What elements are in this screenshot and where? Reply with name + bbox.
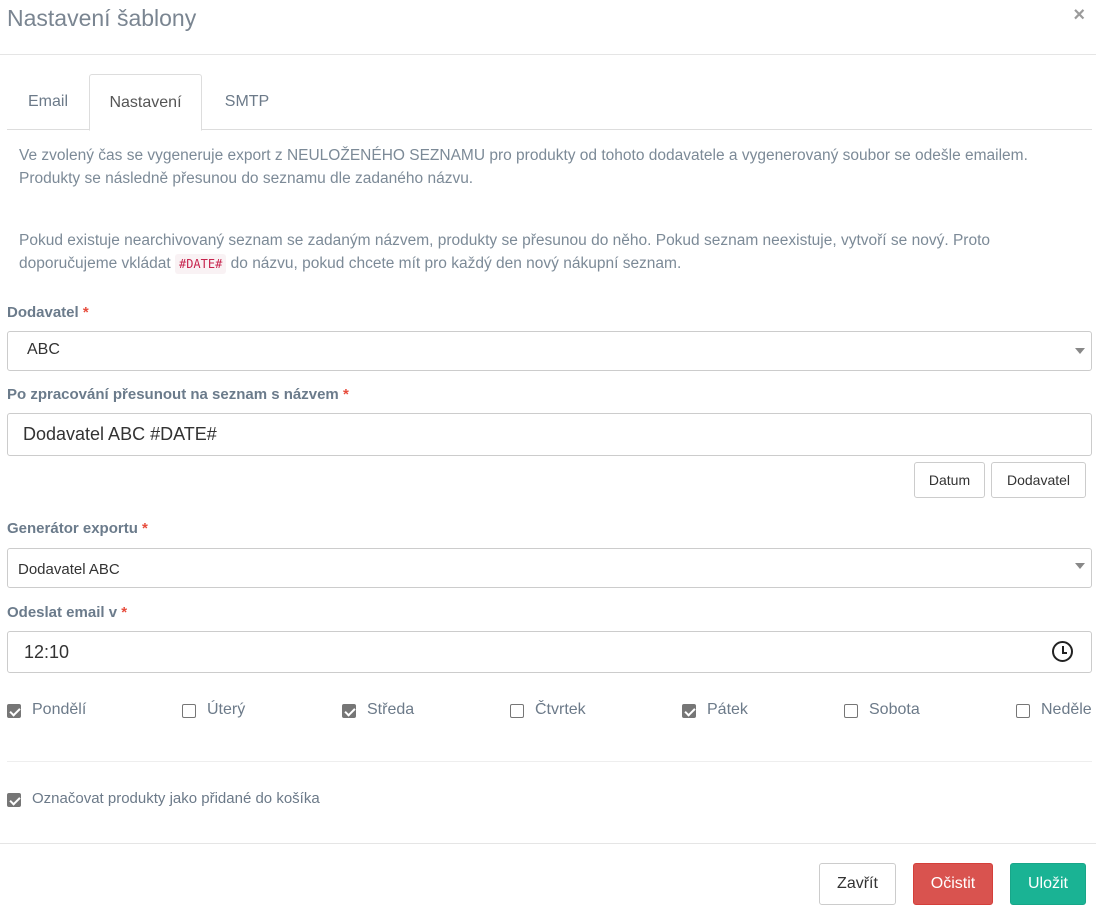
supplier-select-value: ABC [27,341,60,358]
generator-select-value: Dodavatel ABC [18,561,120,578]
day-tuesday-label: Úterý [207,701,246,718]
supplier-select[interactable]: ABC [7,331,1092,371]
list-name-input-value: Dodavatel ABC #DATE# [23,424,217,444]
supplier-label: Dodavatel * [7,304,89,321]
description-paragraph-1: Ve zvolený čas se vygeneruje export z NE… [19,144,1089,190]
send-time-label: Odeslat email v * [7,604,128,621]
day-sunday[interactable]: Neděle [1016,701,1096,721]
list-name-input[interactable]: Dodavatel ABC #DATE# [7,413,1092,456]
description-line: Produkty se následně přesunou do seznamu… [19,170,474,187]
modal-title: Nastavení šablony [7,5,197,31]
day-monday-label: Pondělí [32,701,87,718]
footer-divider [0,843,1096,844]
insert-date-button[interactable]: Datum [914,462,985,498]
tab-settings[interactable]: Nastavení [89,74,202,131]
day-friday-label: Pátek [707,701,748,718]
mark-in-cart-label: Označovat produkty jako přidané do košík… [32,790,320,807]
day-thursday-checkbox[interactable] [510,704,524,718]
chevron-down-icon [1075,563,1085,569]
day-saturday-label: Sobota [869,701,920,718]
mark-in-cart-checkbox[interactable] [7,793,21,807]
tab-email[interactable]: Email [7,74,89,130]
save-button[interactable]: Uložit [1010,863,1086,905]
day-sunday-label: Neděle [1041,701,1092,718]
day-monday-checkbox[interactable] [7,704,21,718]
description-text: do názvu, pokud chcete mít pro každý den… [230,255,682,272]
day-thursday-label: Čtvrtek [535,701,586,718]
description-text: doporučujeme vkládat [19,255,171,272]
close-icon[interactable]: × [1073,4,1085,27]
send-time-input-value: 12:10 [24,642,70,662]
generator-label: Generátor exportu * [7,520,148,537]
close-button[interactable]: Zavřít [819,863,896,905]
send-time-input[interactable]: 12:10 [7,631,1092,673]
date-placeholder-code: #DATE# [174,254,227,274]
description-paragraph-2: Pokud existuje nearchivovaný seznam se z… [19,229,1089,276]
tab-bar: Email Nastavení SMTP [7,74,1092,131]
clock-icon[interactable] [1052,641,1073,662]
day-wednesday-checkbox[interactable] [342,704,356,718]
description-line: doporučujeme vkládat #DATE# do názvu, po… [19,252,1089,276]
day-tuesday-checkbox[interactable] [182,704,196,718]
chevron-down-icon [1075,348,1085,354]
description-line: Pokud existuje nearchivovaný seznam se z… [19,232,990,249]
day-saturday-checkbox[interactable] [844,704,858,718]
day-sunday-checkbox[interactable] [1016,704,1030,718]
day-wednesday-label: Středa [367,701,415,718]
insert-supplier-button[interactable]: Dodavatel [991,462,1086,498]
description-line: Ve zvolený čas se vygeneruje export z NE… [19,147,1028,164]
day-friday-checkbox[interactable] [682,704,696,718]
list-name-label: Po zpracování přesunout na seznam s názv… [7,386,349,403]
divider [7,761,1092,762]
modal-header: Nastavení šablony × [0,0,1096,55]
tab-smtp[interactable]: SMTP [202,74,292,130]
generator-select[interactable]: Dodavatel ABC [7,548,1092,588]
clear-button[interactable]: Očistit [913,863,993,905]
